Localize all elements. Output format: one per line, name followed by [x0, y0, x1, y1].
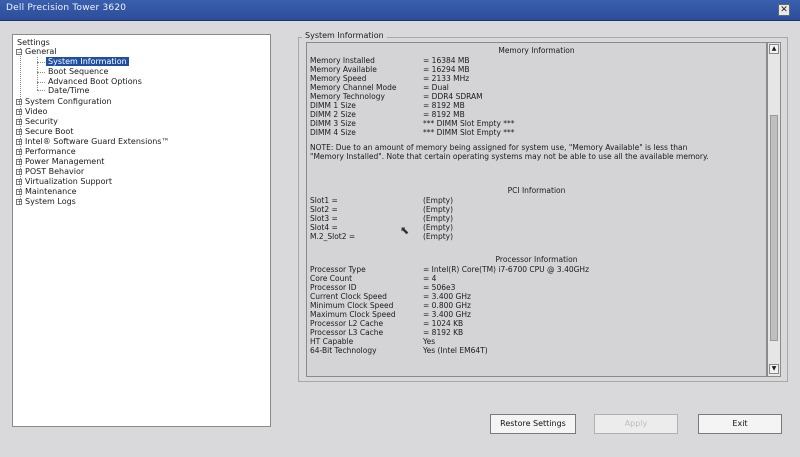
expand-icon[interactable]: +	[16, 118, 22, 125]
vertical-scrollbar[interactable]: ▲ ▼	[767, 42, 781, 377]
system-information-panel: Memory Information Memory Installed = 163…	[306, 42, 767, 377]
restore-settings-button[interactable]: Restore Settings	[490, 414, 576, 434]
apply-button[interactable]: Apply	[594, 414, 678, 434]
scroll-thumb[interactable]	[770, 115, 778, 341]
section-heading-pci: PCI Information	[507, 186, 566, 195]
tree-item-boot-sequence[interactable]: Boot Sequence	[48, 67, 108, 77]
memory-note: NOTE: Due to an amount of memory being a…	[310, 143, 709, 161]
tree-connector	[37, 82, 45, 83]
tree-connector	[37, 62, 45, 63]
expand-icon[interactable]: +	[16, 168, 22, 175]
expand-icon[interactable]: +	[16, 148, 22, 155]
tree-item-general[interactable]: − General	[16, 47, 57, 57]
expand-icon[interactable]: +	[16, 158, 22, 165]
mouse-pointer-icon: ⬉	[400, 224, 410, 237]
tree-item-security[interactable]: + Security	[16, 117, 58, 127]
groupbox-title: System Information	[302, 31, 387, 40]
expand-icon[interactable]: +	[16, 188, 22, 195]
tree-item-secure-boot[interactable]: + Secure Boot	[16, 127, 73, 137]
settings-tree: Settings − General System Information Boo…	[12, 34, 271, 427]
close-icon: ✕	[780, 5, 788, 15]
section-heading-memory: Memory Information	[498, 46, 575, 55]
tree-item-post-behavior[interactable]: + POST Behavior	[16, 167, 84, 177]
tree-item-performance[interactable]: + Performance	[16, 147, 76, 157]
tree-item-maintenance[interactable]: + Maintenance	[16, 187, 77, 197]
collapse-icon[interactable]: −	[16, 48, 22, 55]
window-title: Dell Precision Tower 3620	[6, 3, 127, 13]
expand-icon[interactable]: +	[16, 98, 22, 105]
tree-item-intel-sgx[interactable]: + Intel® Software Guard Extensions™	[16, 137, 169, 147]
expand-icon[interactable]: +	[16, 128, 22, 135]
tree-item-date-time[interactable]: Date/Time	[48, 86, 89, 96]
close-button[interactable]: ✕	[778, 4, 790, 16]
tree-item-power-management[interactable]: + Power Management	[16, 157, 104, 167]
tree-item-system-configuration[interactable]: + System Configuration	[16, 97, 112, 107]
scroll-up-icon[interactable]: ▲	[769, 44, 779, 54]
tree-item-system-information[interactable]: System Information	[46, 57, 129, 67]
title-bar: Dell Precision Tower 3620 ✕	[0, 0, 800, 21]
scroll-down-icon[interactable]: ▼	[769, 364, 779, 374]
tree-item-system-logs[interactable]: + System Logs	[16, 197, 76, 207]
expand-icon[interactable]: +	[16, 198, 22, 205]
tree-item-virtualization-support[interactable]: + Virtualization Support	[16, 177, 112, 187]
expand-icon[interactable]: +	[16, 138, 22, 145]
tree-connector	[37, 90, 45, 91]
expand-icon[interactable]: +	[16, 108, 22, 115]
tree-item-video[interactable]: + Video	[16, 107, 47, 117]
tree-connector	[37, 72, 45, 73]
expand-icon[interactable]: +	[16, 178, 22, 185]
section-heading-processor: Processor Information	[495, 255, 578, 264]
exit-button[interactable]: Exit	[698, 414, 782, 434]
